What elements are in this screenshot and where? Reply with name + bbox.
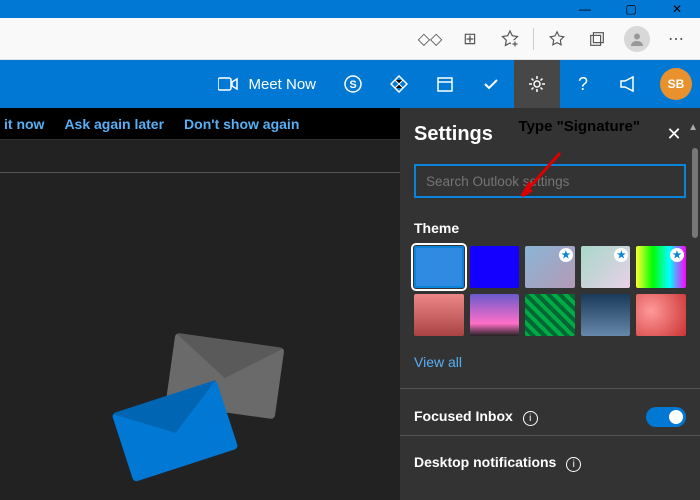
premium-icon[interactable] bbox=[376, 60, 422, 108]
theme-swatch-0[interactable] bbox=[414, 246, 464, 288]
desktop-notifications-label: Desktop notifications i bbox=[414, 454, 581, 472]
premium-badge-icon: ★ bbox=[614, 248, 628, 262]
calendar-icon[interactable] bbox=[422, 60, 468, 108]
annotation-text: Type "Signature" bbox=[519, 118, 640, 135]
notice-dont-show-link[interactable]: Don't show again bbox=[184, 116, 299, 132]
theme-swatch-1[interactable] bbox=[470, 246, 520, 288]
profile-avatar[interactable] bbox=[620, 22, 654, 56]
annotation-arrow bbox=[510, 148, 570, 208]
info-icon[interactable]: i bbox=[523, 411, 538, 426]
add-favorite-icon[interactable] bbox=[493, 22, 527, 56]
favorites-icon[interactable] bbox=[540, 22, 574, 56]
settings-close-button[interactable]: ✕ bbox=[662, 122, 686, 146]
focused-inbox-label: Focused Inbox i bbox=[414, 408, 538, 426]
scroll-up-arrow[interactable]: ▲ bbox=[688, 122, 698, 133]
theme-swatch-9[interactable] bbox=[636, 294, 686, 336]
settings-gear-icon[interactable] bbox=[514, 60, 560, 108]
meet-now-label: Meet Now bbox=[248, 76, 316, 93]
notice-try-now-link[interactable]: it now bbox=[4, 116, 44, 132]
theme-swatch-7[interactable] bbox=[525, 294, 575, 336]
window-titlebar: — ▢ ✕ bbox=[0, 0, 700, 18]
info-icon[interactable]: i bbox=[566, 457, 581, 472]
meet-now-button[interactable]: Meet Now bbox=[204, 76, 330, 93]
browser-toolbar: ◇◇ ⊞ ⋯ bbox=[0, 18, 700, 60]
collections-icon[interactable] bbox=[580, 22, 614, 56]
svg-text:S: S bbox=[349, 79, 356, 91]
theme-swatch-2[interactable]: ★ bbox=[525, 246, 575, 288]
outlook-header: Meet Now S ? SB bbox=[0, 60, 700, 108]
help-icon[interactable]: ? bbox=[560, 60, 606, 108]
focused-inbox-toggle[interactable] bbox=[646, 407, 686, 427]
extensions-icon[interactable]: ⊞ bbox=[453, 22, 487, 56]
theme-swatch-8[interactable] bbox=[581, 294, 631, 336]
window-close-button[interactable]: ✕ bbox=[654, 0, 700, 18]
window-maximize-button[interactable]: ▢ bbox=[608, 0, 654, 18]
window-minimize-button[interactable]: — bbox=[562, 0, 608, 18]
user-avatar[interactable]: SB bbox=[660, 68, 692, 100]
browser-menu-icon[interactable]: ⋯ bbox=[660, 22, 694, 56]
todo-icon[interactable] bbox=[468, 60, 514, 108]
sync-icon[interactable]: ◇◇ bbox=[413, 22, 447, 56]
theme-swatch-4[interactable]: ★ bbox=[636, 246, 686, 288]
premium-badge-icon: ★ bbox=[559, 248, 573, 262]
view-all-themes-link[interactable]: View all bbox=[414, 354, 686, 370]
skype-icon[interactable]: S bbox=[330, 60, 376, 108]
premium-badge-icon: ★ bbox=[670, 248, 684, 262]
scrollbar-thumb[interactable] bbox=[692, 148, 698, 238]
theme-swatch-3[interactable]: ★ bbox=[581, 246, 631, 288]
theme-section-label: Theme bbox=[414, 220, 686, 236]
notice-ask-later-link[interactable]: Ask again later bbox=[64, 116, 164, 132]
theme-swatch-6[interactable] bbox=[470, 294, 520, 336]
empty-state-illustration bbox=[0, 140, 400, 500]
mail-reading-pane: it now Ask again later Don't show again bbox=[0, 108, 400, 500]
settings-title: Settings bbox=[414, 123, 493, 146]
theme-grid: ★ ★ ★ bbox=[414, 246, 686, 336]
notification-bar: it now Ask again later Don't show again bbox=[0, 108, 400, 140]
video-icon bbox=[218, 77, 238, 91]
announcements-icon[interactable] bbox=[606, 60, 652, 108]
theme-swatch-5[interactable] bbox=[414, 294, 464, 336]
envelope-icon-blue bbox=[112, 380, 239, 482]
